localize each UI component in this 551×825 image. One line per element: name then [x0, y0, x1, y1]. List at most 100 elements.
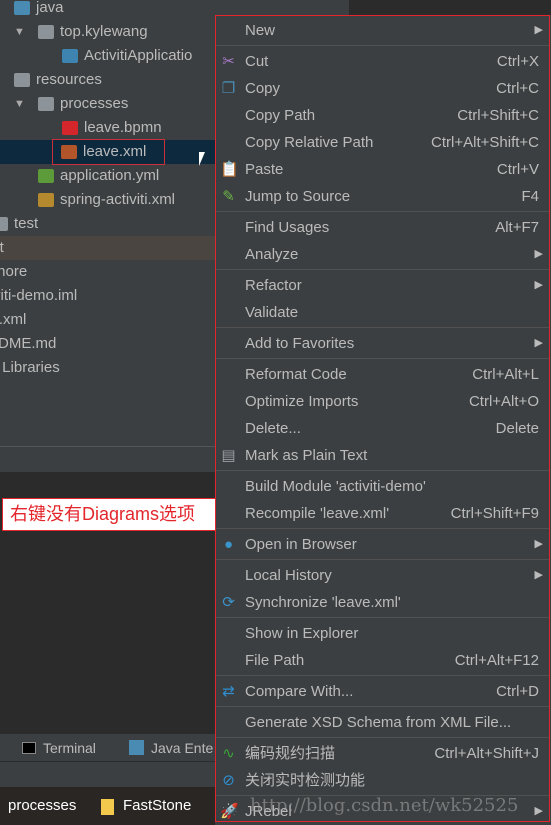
disable-icon: ⊘: [222, 772, 235, 789]
menu-item-copy-path[interactable]: Copy Path Ctrl+Shift+C: [216, 102, 549, 129]
tree-item[interactable]: ▼ processes: [0, 92, 215, 116]
menu-item-local-history[interactable]: Local History ▶: [216, 562, 549, 589]
package-icon: [38, 25, 54, 40]
menu-item-recompile-leave-xml[interactable]: Recompile 'leave.xml' Ctrl+Shift+F9: [216, 500, 549, 527]
tree-item[interactable]: nal Libraries: [0, 356, 215, 380]
menu-item-cut[interactable]: ✂ Cut Ctrl+X: [216, 48, 549, 75]
package-icon: [38, 97, 54, 112]
code-scan-icon: ∿: [222, 745, 235, 762]
menu-item-shortcut: Ctrl+Alt+L: [472, 366, 539, 383]
menu-item-show-in-explorer[interactable]: Show in Explorer: [216, 620, 549, 647]
menu-item-label: Synchronize 'leave.xml': [245, 594, 401, 611]
menu-item-jrebel[interactable]: 🚀 JRebel ▶: [216, 798, 549, 825]
tree-item[interactable]: om.xml: [0, 308, 215, 332]
context-menu: New ▶ ✂ Cut Ctrl+X ❐ Copy Ctrl+C Copy Path Ctrl+S…: [215, 15, 550, 822]
menu-item-shortcut: Ctrl+V: [496, 161, 539, 178]
menu-item-open-in-browser[interactable]: ● Open in Browser ▶: [216, 531, 549, 558]
copy-icon: ❐: [221, 80, 236, 97]
java-enterprise-tab[interactable]: Java Ente: [151, 734, 213, 762]
tree-item[interactable]: ActivitiApplicatio: [0, 44, 215, 68]
menu-item-paste[interactable]: 📋 Paste Ctrl+V: [216, 156, 549, 183]
folder-icon: [14, 1, 30, 16]
taskbar: processes FastStone: [0, 787, 215, 825]
mouse-cursor: [199, 152, 205, 166]
annotation-label: 右键没有Diagrams选项: [2, 498, 224, 531]
tree-item[interactable]: leave.bpmn: [0, 116, 215, 140]
tree-item[interactable]: resources: [0, 68, 215, 92]
tree-item[interactable]: java: [0, 0, 215, 20]
menu-item-label: Compare With...: [245, 683, 354, 700]
expand-arrow-icon[interactable]: ▼: [14, 92, 25, 116]
menu-item-analyze[interactable]: Analyze ▶: [216, 241, 549, 268]
menu-item-mark-as-plain-text[interactable]: ▤ Mark as Plain Text: [216, 442, 549, 469]
submenu-arrow-icon: ▶: [534, 538, 543, 550]
menu-item-delete[interactable]: Delete... Delete: [216, 415, 549, 442]
plain-text-icon: ▤: [221, 447, 236, 464]
menu-item-label: Cut: [245, 53, 269, 70]
scissors-icon: ✂: [222, 53, 235, 70]
menu-item-label: Show in Explorer: [245, 625, 359, 642]
folder-icon: [101, 799, 114, 815]
menu-item-label: Analyze: [245, 246, 299, 263]
menu-item-label: Mark as Plain Text: [245, 447, 368, 464]
status-bar: [0, 761, 215, 787]
menu-item-label: New: [245, 22, 276, 39]
menu-item-refactor[interactable]: Refactor ▶: [216, 272, 549, 299]
menu-item-shortcut: Ctrl+Alt+Shift+C: [431, 134, 539, 151]
submenu-arrow-icon: ▶: [534, 24, 543, 36]
sync-icon: ⟳: [222, 594, 235, 611]
tree-item[interactable]: rget: [0, 236, 215, 260]
menu-item-label: Optimize Imports: [245, 393, 359, 410]
menu-item-validate[interactable]: Validate: [216, 299, 549, 326]
menu-item-copy[interactable]: ❐ Copy Ctrl+C: [216, 75, 549, 102]
paste-icon: 📋: [220, 161, 239, 178]
tree-item[interactable]: test: [0, 212, 215, 236]
spring-boot-class-icon: [62, 49, 78, 64]
menu-item-generate-xsd-schema-from-xml-file[interactable]: Generate XSD Schema from XML File...: [216, 709, 549, 736]
tree-item[interactable]: ▼ top.kylewang: [0, 20, 215, 44]
menu-item-add-to-favorites[interactable]: Add to Favorites ▶: [216, 330, 549, 357]
menu-item-shortcut: Ctrl+Shift+F9: [450, 505, 539, 522]
menu-item-label: Copy Path: [245, 107, 316, 124]
taskbar-faststone[interactable]: FastStone: [123, 787, 191, 825]
spring-yml-icon: [38, 169, 54, 184]
folder-icon: [0, 217, 8, 232]
menu-item-compare-with[interactable]: ⇄ Compare With... Ctrl+D: [216, 678, 549, 705]
tree-item[interactable]: EADME.md: [0, 332, 215, 356]
tree-item[interactable]: application.yml: [0, 164, 215, 188]
tree-item[interactable]: spring-activiti.xml: [0, 188, 215, 212]
editor-area: [349, 0, 551, 15]
menu-item-synchronize-leave-xml[interactable]: ⟳ Synchronize 'leave.xml': [216, 589, 549, 616]
menu-item-label: 编码规约扫描: [245, 745, 336, 762]
menu-item-new[interactable]: New ▶: [216, 17, 549, 44]
jrebel-icon: 🚀: [220, 803, 239, 820]
expand-arrow-icon[interactable]: ▼: [14, 20, 25, 44]
menu-item-optimize-imports[interactable]: Optimize Imports Ctrl+Alt+O: [216, 388, 549, 415]
menu-item-copy-relative-path[interactable]: Copy Relative Path Ctrl+Alt+Shift+C: [216, 129, 549, 156]
menu-item-shortcut: Ctrl+X: [496, 53, 539, 70]
tree-item-label: leave.bpmn: [84, 119, 162, 136]
menu-item-label: Generate XSD Schema from XML File...: [245, 714, 512, 731]
menu-item[interactable]: ⊘ 关闭实时检测功能: [216, 767, 549, 794]
menu-item-build-module-activiti-demo[interactable]: Build Module 'activiti-demo': [216, 473, 549, 500]
menu-item-shortcut: Ctrl+Shift+C: [457, 107, 539, 124]
tree-item[interactable]: ctiviti-demo.iml: [0, 284, 215, 308]
tree-item[interactable]: leave.xml: [0, 139, 215, 165]
menu-item-label: Refactor: [245, 277, 302, 294]
menu-item-reformat-code[interactable]: Reformat Code Ctrl+Alt+L: [216, 361, 549, 388]
menu-item-shortcut: Delete: [495, 420, 539, 437]
menu-item[interactable]: ∿ 编码规约扫描 Ctrl+Alt+Shift+J: [216, 740, 549, 767]
menu-item-file-path[interactable]: File Path Ctrl+Alt+F12: [216, 647, 549, 674]
menu-item-shortcut: Ctrl+Alt+O: [468, 393, 539, 410]
menu-item-jump-to-source[interactable]: ✎ Jump to Source F4: [216, 183, 549, 210]
terminal-tab[interactable]: Terminal: [43, 734, 96, 762]
taskbar-processes[interactable]: processes: [8, 787, 76, 825]
tree-item-label: leave.xml: [83, 143, 147, 160]
menu-item-find-usages[interactable]: Find Usages Alt+F7: [216, 214, 549, 241]
tree-item-label: EADME.md: [0, 335, 57, 352]
tree-item[interactable]: itignore: [0, 260, 215, 284]
tree-item-label: processes: [60, 95, 129, 112]
tree-item-label: application.yml: [60, 167, 160, 184]
menu-item-label: Validate: [245, 304, 299, 321]
menu-item-shortcut: Ctrl+C: [496, 80, 539, 97]
